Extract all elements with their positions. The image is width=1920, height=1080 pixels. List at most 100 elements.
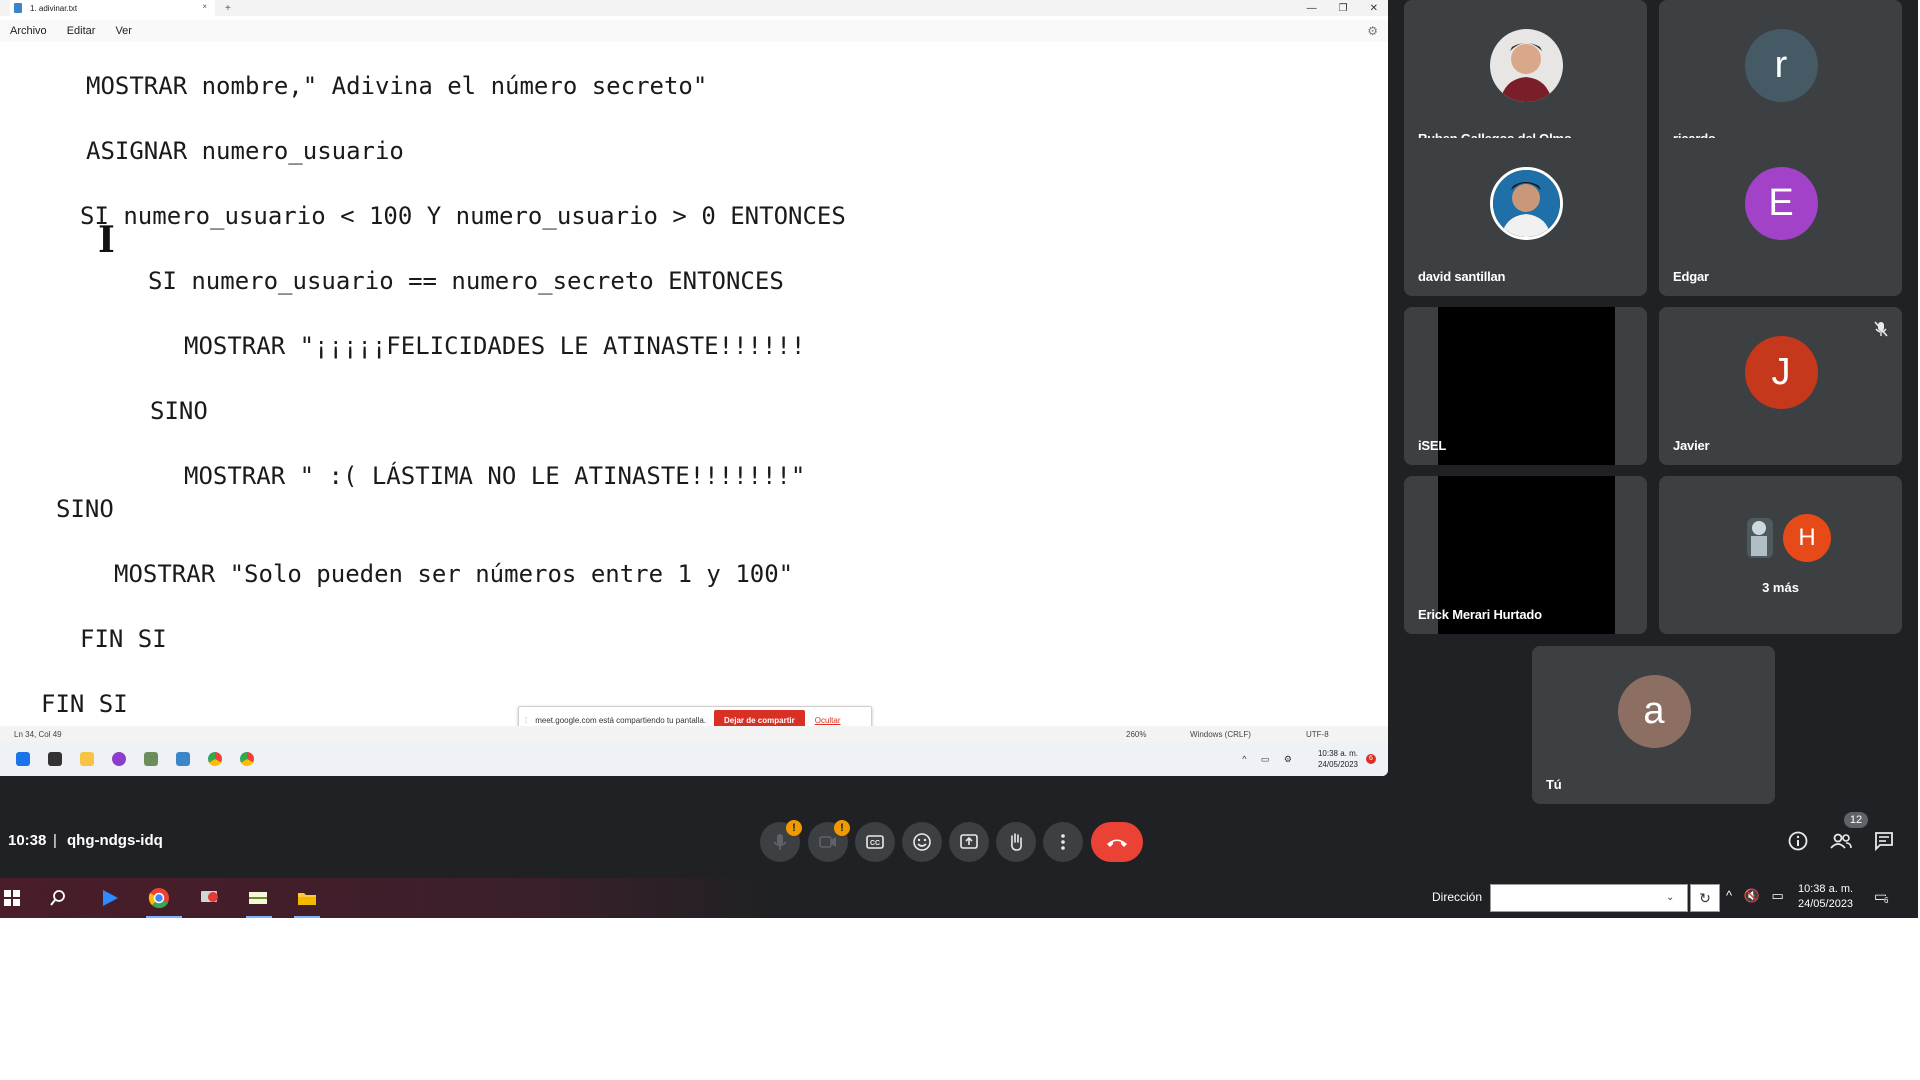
search-icon[interactable] [46,886,70,910]
code-line: MOSTRAR "¡¡¡¡¡FELICIDADES LE ATINASTE!!!… [184,332,806,360]
reactions-button[interactable] [902,822,942,862]
system-tray-icons: ^ ▭ ⚙ [1242,754,1298,764]
screen: 1. adivinar.txt × + — ❐ ✕ Archivo Editar… [0,0,1920,1080]
shared-clock: 10:38 a. m. 24/05/2023 [1318,748,1358,770]
leave-call-button[interactable] [1091,822,1143,862]
svg-text:CC: CC [870,840,880,847]
more-participants-tile[interactable]: H 3 más [1659,476,1902,634]
code-line: MOSTRAR nombre," Adivina el número secre… [86,72,708,100]
participant-tile[interactable]: E Edgar [1659,138,1902,296]
meeting-details-button[interactable] [1783,826,1813,856]
menu-editar[interactable]: Editar [67,25,96,37]
people-count-badge: 12 [1844,812,1868,828]
clock-time: 10:38 a. m. [1798,883,1854,895]
chat-button[interactable] [1869,826,1899,856]
remote-desktop-icon[interactable] [198,886,222,910]
settings-gear-icon[interactable]: ⚙ [1367,24,1378,38]
code-line: FIN SI [41,690,128,718]
people-button[interactable] [1826,826,1856,856]
participant-tile[interactable]: J Javier [1659,307,1902,465]
chat-icon [1875,832,1893,852]
participant-video [1438,307,1615,465]
notepad-icon [176,752,190,766]
app-icon[interactable] [246,886,270,910]
menu-archivo[interactable]: Archivo [10,25,47,37]
app-icon [112,752,126,766]
media-player-icon[interactable] [98,886,122,910]
folder-icon [80,752,94,766]
text-editor[interactable]: MOSTRAR nombre," Adivina el número secre… [0,44,1388,722]
code-line: MOSTRAR " :( LÁSTIMA NO LE ATINASTE!!!!!… [184,462,806,490]
address-input[interactable] [1490,884,1688,912]
participant-name: Javier [1673,438,1710,453]
close-window-icon[interactable]: ✕ [1370,3,1378,14]
people-icon [1830,833,1852,849]
refresh-icon[interactable]: ↻ [1690,884,1720,912]
taskbar-clock[interactable]: 10:38 a. m. 24/05/2023 [1798,882,1853,912]
participant-tile[interactable]: david santillan [1404,138,1647,296]
file-explorer-icon[interactable] [295,886,319,910]
participant-photo [1489,167,1563,240]
hand-icon [1011,833,1022,851]
shared-clock-date: 24/05/2023 [1317,760,1358,769]
chrome-icon[interactable] [147,886,171,910]
participant-tile[interactable]: Erick Merari Hurtado [1404,476,1647,634]
menu-ver[interactable]: Ver [115,25,132,37]
more-vert-icon [1061,834,1065,850]
participant-tile[interactable]: Ruben Gallegos del Olmo [1404,0,1647,158]
self-avatar: a [1617,675,1691,748]
chrome-icon [208,752,222,766]
hide-banner-link[interactable]: Ocultar [815,716,841,725]
notepad-tab[interactable]: 1. adivinar.txt × [10,0,215,16]
address-toolbar-label: Dirección [1432,890,1483,904]
windows-start-icon [16,752,30,766]
self-tile[interactable]: a Tú [1532,646,1775,804]
participant-name: iSEL [1418,438,1447,453]
meeting-time: 10:38 [8,832,47,849]
code-line: ASIGNAR numero_usuario [86,137,404,165]
window-controls: — ❐ ✕ [1307,0,1378,16]
maximize-icon[interactable]: ❐ [1339,3,1348,14]
camera-button[interactable]: ! [808,820,850,862]
raise-hand-button[interactable] [996,822,1036,862]
meeting-separator: | [53,832,57,849]
microphone-icon [773,834,787,850]
more-participants-label: 3 más [1762,580,1799,595]
minimize-icon[interactable]: — [1307,3,1317,14]
participant-name: Edgar [1673,269,1709,284]
notification-center-icon[interactable]: ▭ 6 [1874,888,1889,905]
participant-tile[interactable]: iSEL [1404,307,1647,465]
participant-photo [1739,514,1779,562]
info-icon [1788,831,1808,851]
shared-clock-time: 10:38 a. m. [1317,749,1358,758]
present-screen-button[interactable] [949,822,989,862]
encoding: UTF-8 [1306,730,1329,739]
shared-screen: 1. adivinar.txt × + — ❐ ✕ Archivo Editar… [0,0,1388,776]
active-app-indicator [294,916,320,918]
code-line: SINO [56,495,114,523]
chevron-down-icon[interactable]: ⌄ [1666,892,1674,903]
system-tray-icons[interactable]: ^ 🔇 ▭ [1726,888,1788,904]
captions-icon: CC [866,835,884,849]
mic-off-icon [1874,321,1888,337]
participant-tile[interactable]: r ricardo [1659,0,1902,158]
more-options-button[interactable] [1043,822,1083,862]
app-icon [144,752,158,766]
close-tab-icon[interactable]: × [202,2,207,11]
share-message: meet.google.com está compartiendo tu pan… [535,715,707,725]
captions-button[interactable]: CC [855,822,895,862]
chrome-icon [240,752,254,766]
drag-handle-icon[interactable]: ⁞ [525,716,527,725]
participant-name: david santillan [1418,269,1506,284]
zoom-level: 260% [1126,730,1147,739]
participant-avatar: E [1744,167,1818,240]
code-line: SI numero_usuario < 100 Y numero_usuario… [80,202,846,230]
camera-icon [819,836,836,848]
new-tab-icon[interactable]: + [225,3,231,14]
microphone-button[interactable]: ! [760,820,802,862]
terminal-icon [48,752,62,766]
windows-start-icon[interactable] [0,886,24,910]
participant-avatar: H [1783,514,1831,562]
clock-date: 24/05/2023 [1798,898,1854,910]
notepad-menubar: Archivo Editar Ver [0,20,1388,42]
